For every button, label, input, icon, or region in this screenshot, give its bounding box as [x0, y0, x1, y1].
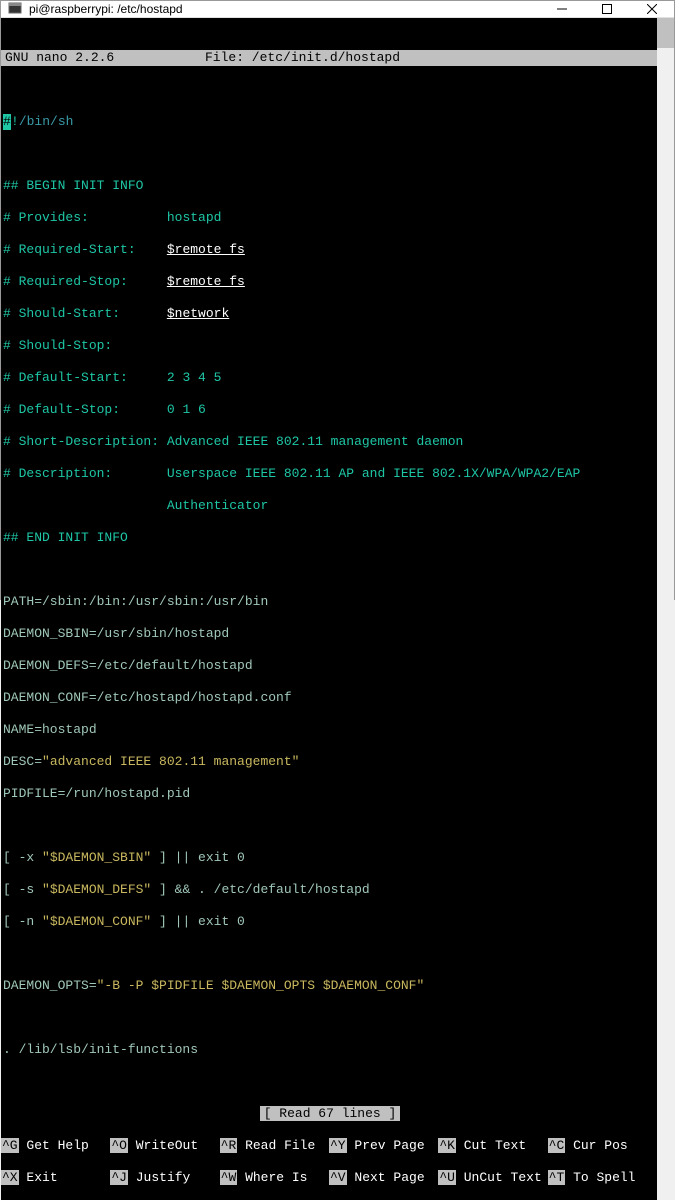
shortcut-uncut-text: ^U UnCut Text [438, 1170, 547, 1186]
window-controls [539, 1, 674, 17]
shortcut-where-is: ^W Where Is [220, 1170, 329, 1186]
editor-line: # Default-Start: 2 3 4 5 [1, 370, 657, 386]
shortcut-cur-pos: ^C Cur Pos [548, 1138, 657, 1154]
shortcut-row-1: ^G Get Help ^O WriteOut ^R Read File ^Y … [1, 1138, 657, 1154]
scroll-thumb[interactable] [657, 18, 674, 48]
shortcut-to-spell: ^T To Spell [548, 1170, 657, 1186]
editor-line: # Short-Description: Advanced IEEE 802.1… [1, 434, 657, 450]
shortcut-read-file: ^R Read File [220, 1138, 329, 1154]
editor-line: ## END INIT INFO [1, 530, 657, 546]
cursor: # [3, 114, 11, 130]
shortcut-row-2: ^X Exit ^J Justify ^W Where Is ^V Next P… [1, 1170, 657, 1186]
titlebar[interactable]: pi@raspberrypi: /etc/hostapd [1, 1, 674, 18]
editor-line: ## BEGIN INIT INFO [1, 178, 657, 194]
editor-line: [ -x "$DAEMON_SBIN" ] || exit 0 [1, 850, 657, 866]
minimize-button[interactable] [539, 1, 584, 17]
app-icon [7, 1, 23, 17]
editor-line [1, 946, 657, 962]
editor-line: Authenticator [1, 498, 657, 514]
nano-status: [ Read 67 lines ] [1, 1106, 657, 1122]
editor-line [1, 562, 657, 578]
editor-line: # Required-Stop: $remote_fs [1, 274, 657, 290]
window: pi@raspberrypi: /etc/hostapd GNU nano 2.… [0, 0, 675, 600]
editor-line: # Provides: hostapd [1, 210, 657, 226]
editor-line: NAME=hostapd [1, 722, 657, 738]
close-button[interactable] [629, 1, 674, 17]
maximize-button[interactable] [584, 1, 629, 17]
editor-line: # Description: Userspace IEEE 802.11 AP … [1, 466, 657, 482]
editor-line [1, 1010, 657, 1026]
shortcut-writeout: ^O WriteOut [110, 1138, 219, 1154]
window-title: pi@raspberrypi: /etc/hostapd [29, 2, 539, 16]
nano-version: GNU nano 2.2.6 [5, 50, 205, 66]
terminal-area: GNU nano 2.2.6 File: /etc/init.d/hostapd… [1, 18, 674, 1200]
editor-line [1, 818, 657, 834]
editor-line: # Default-Stop: 0 1 6 [1, 402, 657, 418]
editor-line: #!/bin/sh [1, 114, 657, 130]
editor-line: # Should-Stop: [1, 338, 657, 354]
editor-line: DAEMON_DEFS=/etc/default/hostapd [1, 658, 657, 674]
editor-line: # Required-Start: $remote_fs [1, 242, 657, 258]
shortcut-exit: ^X Exit [1, 1170, 110, 1186]
terminal[interactable]: GNU nano 2.2.6 File: /etc/init.d/hostapd… [1, 18, 657, 1200]
shortcut-prev-page: ^Y Prev Page [329, 1138, 438, 1154]
shortcut-justify: ^J Justify [110, 1170, 219, 1186]
editor-line: DESC="advanced IEEE 802.11 management" [1, 754, 657, 770]
scrollbar[interactable] [657, 18, 674, 1200]
editor-line: PIDFILE=/run/hostapd.pid [1, 786, 657, 802]
editor-line: DAEMON_CONF=/etc/hostapd/hostapd.conf [1, 690, 657, 706]
editor-line: PATH=/sbin:/bin:/usr/sbin:/usr/bin [1, 594, 657, 610]
editor-line: DAEMON_SBIN=/usr/sbin/hostapd [1, 626, 657, 642]
shortcut-get-help: ^G Get Help [1, 1138, 110, 1154]
editor-line [1, 82, 657, 98]
editor-line: . /lib/lsb/init-functions [1, 1042, 657, 1058]
shortcut-cut-text: ^K Cut Text [438, 1138, 547, 1154]
nano-file: File: /etc/init.d/hostapd [205, 50, 653, 66]
editor-line: [ -n "$DAEMON_CONF" ] || exit 0 [1, 914, 657, 930]
editor-line [1, 146, 657, 162]
editor-line: [ -s "$DAEMON_DEFS" ] && . /etc/default/… [1, 882, 657, 898]
editor-line: DAEMON_OPTS="-B -P $PIDFILE $DAEMON_OPTS… [1, 978, 657, 994]
editor-line: # Should-Start: $network [1, 306, 657, 322]
editor-line [1, 1074, 657, 1090]
shortcut-next-page: ^V Next Page [329, 1170, 438, 1186]
nano-header: GNU nano 2.2.6 File: /etc/init.d/hostapd [1, 50, 657, 66]
